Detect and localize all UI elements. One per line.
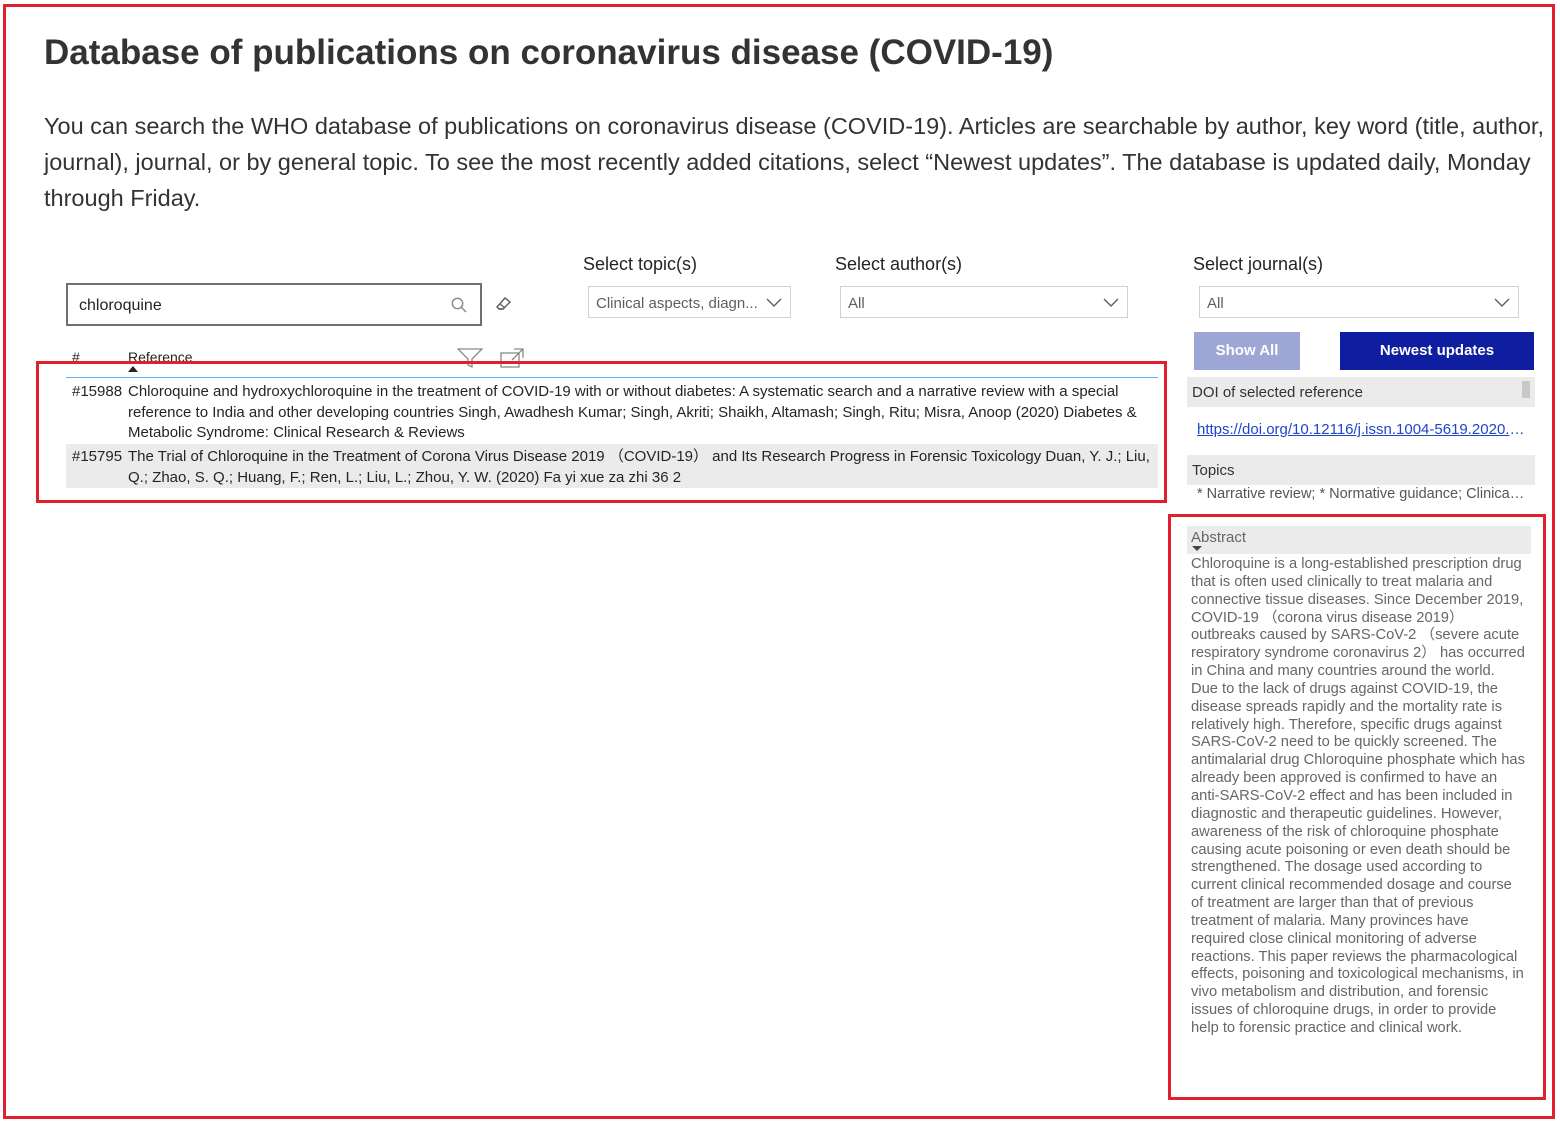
journal-dropdown-value: All	[1207, 295, 1224, 312]
results-highlight-frame	[36, 361, 1167, 503]
collapse-caret-icon[interactable]	[1192, 546, 1202, 551]
topic-dropdown-value: Clinical aspects, diagn...	[596, 295, 758, 312]
doi-header: DOI of selected reference	[1187, 377, 1535, 407]
page-title: Database of publications on coronavirus …	[44, 33, 1054, 72]
topics-value: * Narrative review; * Normative guidance…	[1197, 486, 1525, 502]
chevron-down-icon	[766, 298, 782, 307]
eraser-icon[interactable]	[494, 294, 514, 312]
author-dropdown-value: All	[848, 295, 865, 312]
page-intro: You can search the WHO database of publi…	[44, 113, 1544, 211]
topic-dropdown[interactable]: Clinical aspects, diagn...	[588, 286, 791, 318]
journal-dropdown[interactable]: All	[1199, 286, 1519, 318]
scrollbar-thumb[interactable]	[1522, 381, 1530, 398]
chevron-down-icon	[1494, 298, 1510, 307]
search-input-value: chloroquine	[79, 297, 162, 314]
abstract-text: Chloroquine is a long-established prescr…	[1191, 556, 1525, 1036]
newest-updates-button[interactable]: Newest updates	[1340, 332, 1534, 370]
abstract-header[interactable]: Abstract	[1187, 526, 1531, 554]
topic-filter-label: Select topic(s)	[583, 254, 698, 274]
search-icon[interactable]	[450, 296, 468, 314]
search-input[interactable]: chloroquine	[66, 283, 482, 326]
chevron-down-icon	[1103, 298, 1119, 307]
topics-header: Topics	[1187, 455, 1535, 485]
author-dropdown[interactable]: All	[840, 286, 1128, 318]
doi-link[interactable]: https://doi.org/10.12116/j.issn.1004-561…	[1197, 421, 1527, 438]
show-all-button[interactable]: Show All	[1194, 332, 1300, 370]
author-filter-label: Select author(s)	[835, 254, 963, 274]
journal-filter-label: Select journal(s)	[1193, 254, 1324, 274]
